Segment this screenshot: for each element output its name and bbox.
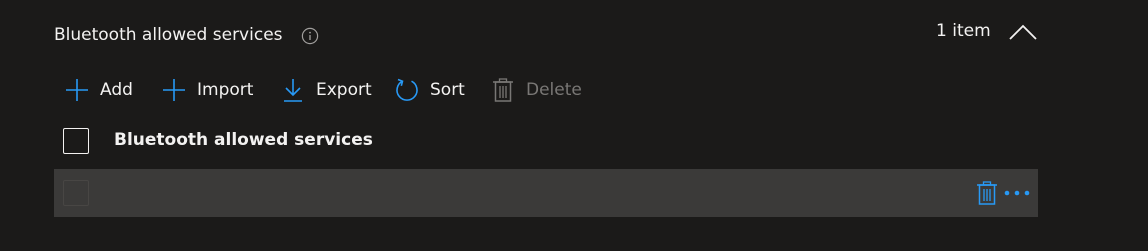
add-button[interactable]: Add: [64, 74, 133, 106]
row-checkbox[interactable]: [63, 180, 89, 206]
trash-icon[interactable]: [976, 180, 998, 206]
section-title: Bluetooth allowed services: [54, 25, 283, 45]
sort-button[interactable]: Sort: [394, 74, 465, 106]
download-icon: [280, 77, 306, 103]
plus-icon: [161, 77, 187, 103]
add-label: Add: [100, 80, 133, 100]
delete-button[interactable]: Delete: [490, 74, 582, 106]
export-button[interactable]: Export: [280, 74, 372, 106]
info-icon[interactable]: [301, 27, 319, 45]
column-header-bluetooth-services: Bluetooth allowed services: [114, 130, 373, 150]
plus-icon: [64, 77, 90, 103]
import-label: Import: [197, 80, 254, 100]
export-label: Export: [316, 80, 372, 100]
import-button[interactable]: Import: [161, 74, 253, 106]
table-row[interactable]: [54, 169, 1038, 217]
refresh-icon: [394, 77, 420, 103]
more-icon[interactable]: [1003, 181, 1031, 205]
delete-label: Delete: [526, 80, 582, 100]
item-count: 1 item: [936, 21, 991, 41]
trash-icon: [490, 77, 516, 103]
select-all-checkbox[interactable]: [63, 128, 89, 154]
chevron-up-icon[interactable]: [1007, 20, 1039, 44]
sort-label: Sort: [430, 80, 465, 100]
